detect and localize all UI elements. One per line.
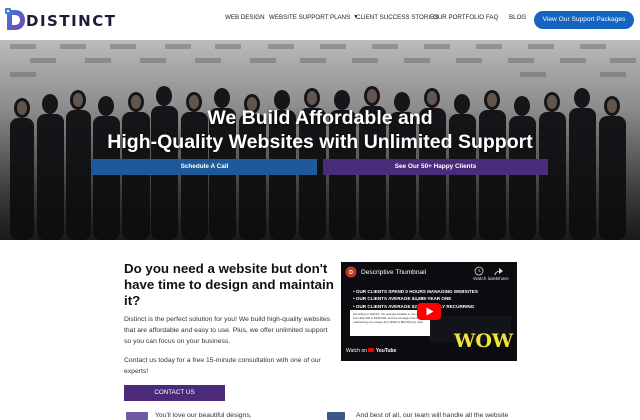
design-feature-icon: [126, 412, 148, 420]
logo[interactable]: DISTINCT: [4, 6, 115, 34]
video-wow-text: WOW: [454, 330, 514, 352]
hero-title-line1: We Build Affordable and: [207, 107, 433, 129]
logo-text: DISTINCT: [26, 12, 117, 30]
nav-support-plans-label: WEBSITE SUPPORT PLANS: [269, 14, 351, 21]
video-bullet-2: • OUR CLIENTS AVERAGE $4,888-YEAR ONE: [353, 296, 452, 302]
youtube-wordmark: YouTube: [375, 348, 397, 354]
feature-designs-text: You'll love our beautiful designs,: [155, 412, 252, 419]
watch-later-button[interactable]: Watch later: [473, 277, 497, 282]
happy-clients-button[interactable]: See Our 50+ Happy Clients: [323, 159, 548, 175]
video-title: Descriptive Thumbnail: [361, 269, 427, 276]
section-heading: Do you need a website but don't have tim…: [124, 261, 334, 308]
intro-section: Do you need a website but don't have tim…: [0, 240, 640, 420]
site-header: DISTINCT WEB DESIGN WEBSITE SUPPORT PLAN…: [0, 0, 640, 40]
nav-web-design[interactable]: WEB DESIGN: [225, 14, 265, 21]
play-icon[interactable]: [417, 303, 441, 320]
nav-blog[interactable]: BLOG: [509, 14, 526, 21]
youtube-logo: [368, 348, 375, 352]
watch-on-youtube[interactable]: Watch on YouTube: [346, 348, 396, 354]
share-button[interactable]: Share: [496, 277, 509, 282]
section-body-contact: Contact us today for a free 15-minute co…: [124, 357, 321, 375]
hero-section: We Build Affordable and High-Quality Web…: [0, 40, 640, 240]
video-embed[interactable]: D Descriptive Thumbnail Watch later Shar…: [341, 262, 517, 361]
nav-support-plans[interactable]: WEBSITE SUPPORT PLANS ▼: [269, 14, 358, 21]
section-body: Distinct is the perfect solution for you…: [124, 316, 331, 345]
nav-success-stories[interactable]: CLIENT SUCCESS STORIES: [356, 14, 438, 21]
video-bullet-1: • OUR CLIENTS SPEND 0 HOURS MANAGING WEB…: [353, 289, 478, 294]
nav-faq[interactable]: FAQ: [486, 14, 498, 21]
schedule-call-button[interactable]: Schedule A Call: [92, 159, 317, 175]
view-support-packages-button[interactable]: View Our Support Packages: [534, 11, 634, 29]
svg-text:D: D: [349, 270, 353, 276]
logo-mark-icon: [5, 8, 25, 30]
nav-portfolio[interactable]: OUR PORTFOLIO: [433, 14, 484, 21]
contact-us-button[interactable]: CONTACT US: [124, 385, 225, 401]
watch-on-label: Watch on: [346, 348, 367, 354]
support-feature-icon: [327, 412, 345, 420]
feature-support-text: And best of all, our team will handle al…: [356, 412, 509, 419]
hero-title-line2: High-Quality Websites with Unlimited Sup…: [107, 131, 533, 153]
